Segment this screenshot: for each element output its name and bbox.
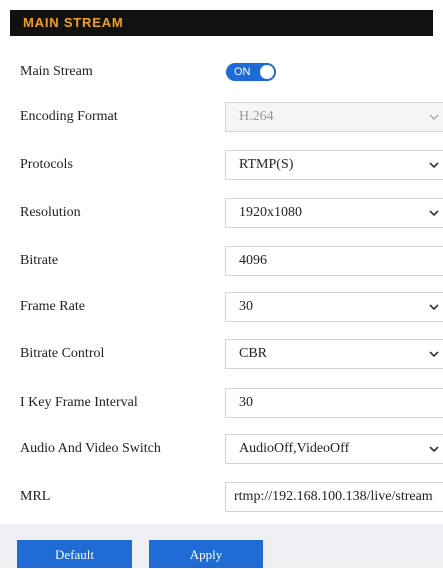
mrl-input[interactable]: rtmp://192.168.100.138/live/stream xyxy=(225,482,443,512)
protocols-label: Protocols xyxy=(20,157,73,172)
toggle-knob xyxy=(260,65,274,79)
frame-rate-label: Frame Rate xyxy=(20,299,85,314)
chevron-down-icon xyxy=(429,210,439,217)
mrl-label: MRL xyxy=(20,489,51,504)
i-key-frame-interval-label: I Key Frame Interval xyxy=(20,395,138,410)
apply-button[interactable]: Apply xyxy=(149,540,263,568)
default-button[interactable]: Default xyxy=(17,540,132,568)
resolution-label: Resolution xyxy=(20,205,81,220)
chevron-down-icon xyxy=(429,162,439,169)
chevron-down-icon xyxy=(429,446,439,453)
i-key-frame-interval-input[interactable]: 30 xyxy=(225,388,443,418)
audio-video-switch-label: Audio And Video Switch xyxy=(20,441,161,456)
row-protocols: Protocols RTMP(S) xyxy=(0,150,443,180)
main-stream-toggle[interactable]: ON xyxy=(226,63,276,81)
section-header-main-stream: MAIN STREAM xyxy=(10,10,433,36)
bitrate-control-select[interactable]: CBR xyxy=(225,339,443,369)
row-bitrate-control: Bitrate Control CBR xyxy=(0,339,443,369)
resolution-select[interactable]: 1920x1080 xyxy=(225,198,443,228)
row-frame-rate: Frame Rate 30 xyxy=(0,292,443,322)
audio-video-switch-select[interactable]: AudioOff,VideoOff xyxy=(225,434,443,464)
row-encoding-format: Encoding Format H.264 xyxy=(0,102,443,132)
toggle-state-text: ON xyxy=(234,66,251,78)
bitrate-label: Bitrate xyxy=(20,253,59,268)
chevron-down-icon xyxy=(429,114,439,120)
bitrate-control-label: Bitrate Control xyxy=(20,346,105,361)
row-main-stream: Main Stream ON xyxy=(0,57,443,87)
chevron-down-icon xyxy=(429,304,439,311)
row-audio-video-switch: Audio And Video Switch AudioOff,VideoOff xyxy=(0,434,443,464)
encoding-format-select: H.264 xyxy=(225,102,443,132)
row-i-key-frame-interval: I Key Frame Interval 30 xyxy=(0,388,443,418)
frame-rate-select[interactable]: 30 xyxy=(225,292,443,322)
bitrate-input[interactable]: 4096 xyxy=(225,246,443,276)
row-resolution: Resolution 1920x1080 xyxy=(0,198,443,228)
protocols-select[interactable]: RTMP(S) xyxy=(225,150,443,180)
main-stream-label: Main Stream xyxy=(20,64,93,79)
row-bitrate: Bitrate 4096 xyxy=(0,246,443,276)
encoding-format-label: Encoding Format xyxy=(20,109,118,124)
chevron-down-icon xyxy=(429,351,439,358)
row-mrl: MRL rtmp://192.168.100.138/live/stream xyxy=(0,482,443,512)
